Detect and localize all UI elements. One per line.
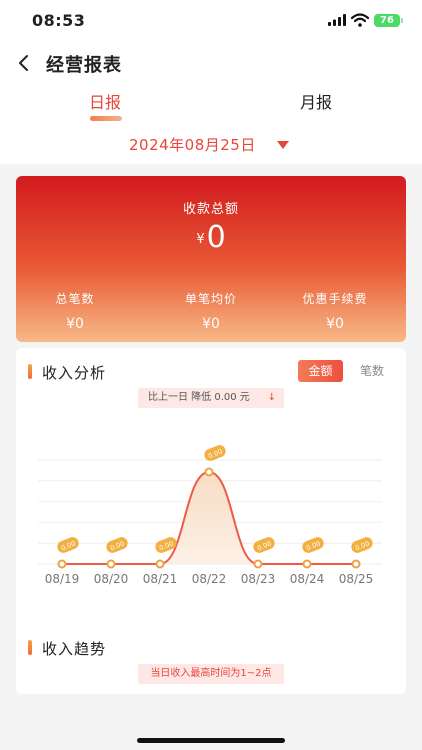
x-tick-label: 08/25 (339, 572, 374, 586)
total-amount-label: 收款总额 (182, 202, 239, 217)
data-point (253, 559, 263, 569)
wifi-icon (351, 13, 369, 27)
data-point (351, 559, 361, 569)
data-point (155, 559, 165, 569)
data-label: 0.00 (106, 537, 128, 553)
stat-average: 单笔均价 ¥0 (146, 290, 276, 332)
x-tick-label: 08/21 (143, 572, 178, 586)
x-tick-label: 08/23 (241, 572, 276, 586)
stat-fee: 优惠手续费 ¥0 (270, 290, 400, 332)
arrow-down-icon: ↓ (267, 392, 276, 403)
compare-badge: 比上一日 降低 0.00 元 ↓ (138, 388, 284, 408)
status-time: 08:53 (32, 11, 86, 30)
report-tabs: 日报 月报 (0, 84, 422, 126)
data-label: 0.00 (57, 537, 79, 553)
section-marker (28, 364, 32, 379)
x-tick-label: 08/20 (94, 572, 129, 586)
data-point (204, 467, 214, 477)
date-value[interactable]: 2024年08月25日 (129, 134, 256, 155)
stat-count: 总笔数 ¥0 (10, 290, 140, 332)
status-bar: 08:53 76 (0, 0, 422, 44)
stat-fee-value: ¥0 (326, 316, 344, 332)
tab-daily[interactable]: 日报 (89, 89, 121, 113)
caret-down-icon[interactable] (276, 140, 290, 150)
data-point (302, 559, 312, 569)
section-marker (28, 640, 32, 655)
battery-level: 76 (380, 15, 394, 26)
cellular-signal-icon (328, 14, 346, 26)
data-point (106, 559, 116, 569)
analysis-title: 收入分析 (42, 364, 107, 382)
trend-title: 收入趋势 (42, 640, 107, 658)
tab-monthly[interactable]: 月报 (300, 89, 332, 113)
nav-bar: 经营报表 (0, 44, 422, 84)
x-tick-label: 08/24 (290, 572, 325, 586)
stat-count-value: ¥0 (66, 316, 84, 332)
total-amount: ¥0 (16, 220, 406, 255)
data-label: 0.00 (302, 537, 324, 553)
data-label: 0.00 (253, 537, 275, 553)
battery-cap (401, 18, 403, 23)
peak-time-badge: 当日收入最高时间为1~2点 (138, 664, 284, 684)
data-point (57, 559, 67, 569)
x-tick-label: 08/22 (192, 572, 227, 586)
data-label: 0.00 (351, 537, 373, 553)
stat-count-label: 总笔数 (55, 292, 95, 306)
currency-symbol: ¥ (196, 232, 205, 247)
stat-average-label: 单笔均价 (184, 292, 237, 306)
summary-card: 收款总额 ¥0 总笔数 ¥0 单笔均价 ¥0 优惠手续费 ¥0 (16, 176, 406, 342)
x-tick-label: 08/19 (45, 572, 80, 586)
analysis-card: 收入分析 金额 笔数 比上一日 降低 0.00 元 ↓ 0.00 08/19 0.0… (16, 348, 406, 694)
date-selector[interactable]: 2024年08月25日 (0, 126, 422, 164)
home-indicator (137, 738, 285, 743)
tab-active-indicator (90, 116, 122, 121)
battery-icon: 76 (374, 14, 400, 27)
total-amount-value: 0 (206, 220, 226, 255)
compare-text: 比上一日 降低 0.00 元 (148, 392, 250, 403)
segment-amount-button[interactable]: 金额 (298, 360, 343, 382)
stat-average-value: ¥0 (202, 316, 220, 332)
income-chart: 0.00 08/19 0.00 08/20 0.00 08/21 0.00 08/22 0.00… (38, 445, 382, 586)
page-title: 经营报表 (46, 55, 122, 76)
segment-count-button[interactable]: 笔数 (352, 360, 392, 382)
stat-fee-label: 优惠手续费 (302, 292, 368, 306)
chevron-left-icon[interactable] (16, 54, 32, 72)
